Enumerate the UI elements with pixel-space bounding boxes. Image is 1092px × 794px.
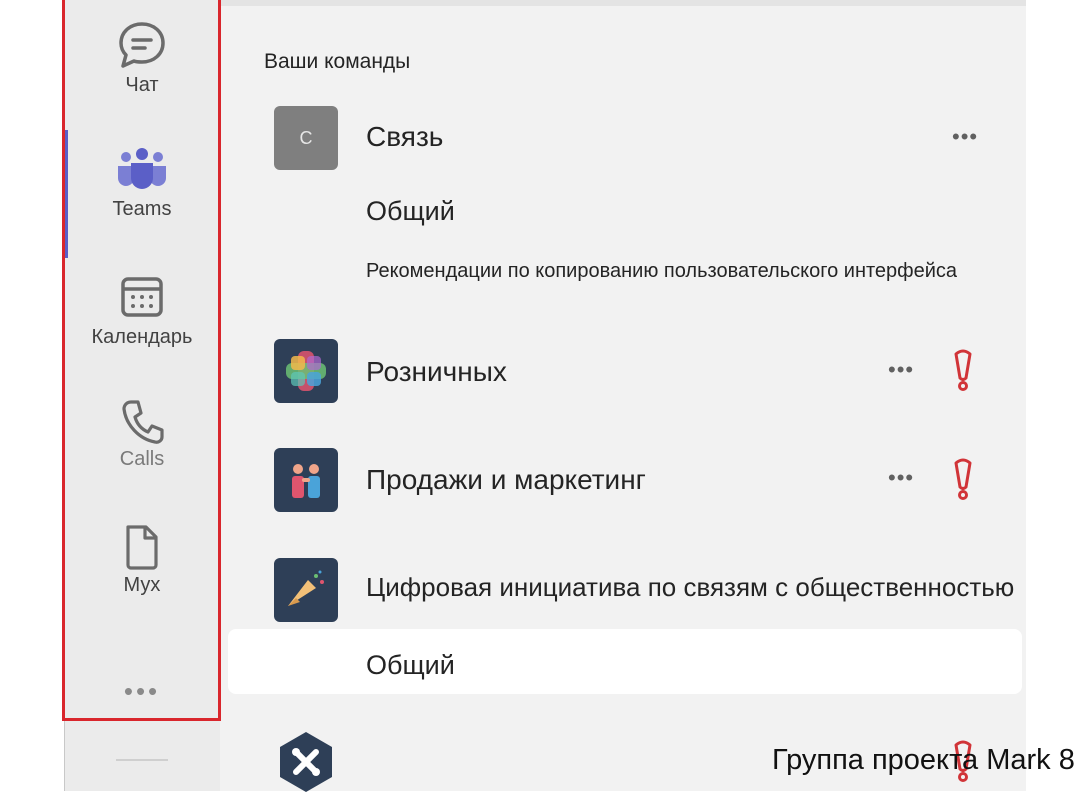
avatar-letter: C: [299, 128, 313, 148]
team-avatar: [274, 558, 338, 622]
rail-item-calls[interactable]: Calls: [64, 398, 220, 471]
channel-item[interactable]: Общий: [366, 196, 455, 227]
team-more-button[interactable]: •••: [888, 465, 914, 491]
selected-channel-row[interactable]: [228, 629, 1022, 694]
teams-app: Чат Teams Календарь Calls Мух ••• Ваши к…: [0, 0, 1092, 794]
right-margin: [1026, 0, 1092, 791]
exclamation-icon: [954, 458, 972, 500]
active-indicator: [64, 130, 68, 258]
exclamation-icon: [954, 349, 972, 391]
team-avatar: [274, 448, 338, 512]
section-title: Ваши команды: [264, 50, 411, 73]
left-margin: [0, 0, 64, 791]
rail-item-calendar[interactable]: Календарь: [64, 274, 220, 349]
team-more-button[interactable]: •••: [888, 357, 914, 383]
team-more-button[interactable]: •••: [952, 124, 978, 150]
chat-icon: [119, 22, 165, 68]
rail-item-label: Мух: [123, 574, 161, 596]
channel-item[interactable]: Рекомендации по копированию пользователь…: [366, 260, 957, 283]
calendar-icon: [121, 277, 163, 317]
megaphone-icon: [288, 570, 324, 606]
rail-item-chat[interactable]: Чат: [64, 20, 220, 97]
rail-item-teams[interactable]: Teams: [64, 146, 220, 221]
people-icon: [292, 464, 320, 498]
overlay-caption: Группа проекта Mark 8: [772, 744, 1075, 776]
rail-item-label: Teams: [112, 198, 172, 220]
rail-item-label: Чат: [125, 74, 159, 96]
retail-logo-icon: [286, 351, 326, 391]
more-apps-button[interactable]: •••: [64, 676, 220, 707]
rail-item-files[interactable]: Мух: [64, 524, 220, 597]
tools-icon: [280, 732, 332, 792]
file-icon: [126, 525, 158, 570]
team-avatar: [274, 339, 338, 403]
team-avatar: [274, 730, 338, 794]
rail-item-label: Calls: [119, 448, 165, 470]
team-name[interactable]: Цифровая инициатива по связям с обществе…: [366, 572, 1014, 603]
panel-top-border: [220, 0, 1026, 6]
rail-divider: [116, 759, 168, 761]
team-avatar: C: [274, 106, 338, 170]
teams-icon: [118, 148, 166, 189]
team-name[interactable]: Розничных: [366, 356, 507, 388]
rail-item-label: Календарь: [91, 326, 193, 348]
team-name[interactable]: Продажи и маркетинг: [366, 464, 646, 496]
team-name[interactable]: Связь: [366, 121, 443, 153]
phone-icon: [122, 400, 164, 444]
channel-item-selected[interactable]: Общий: [366, 650, 455, 681]
app-rail: [64, 0, 220, 791]
